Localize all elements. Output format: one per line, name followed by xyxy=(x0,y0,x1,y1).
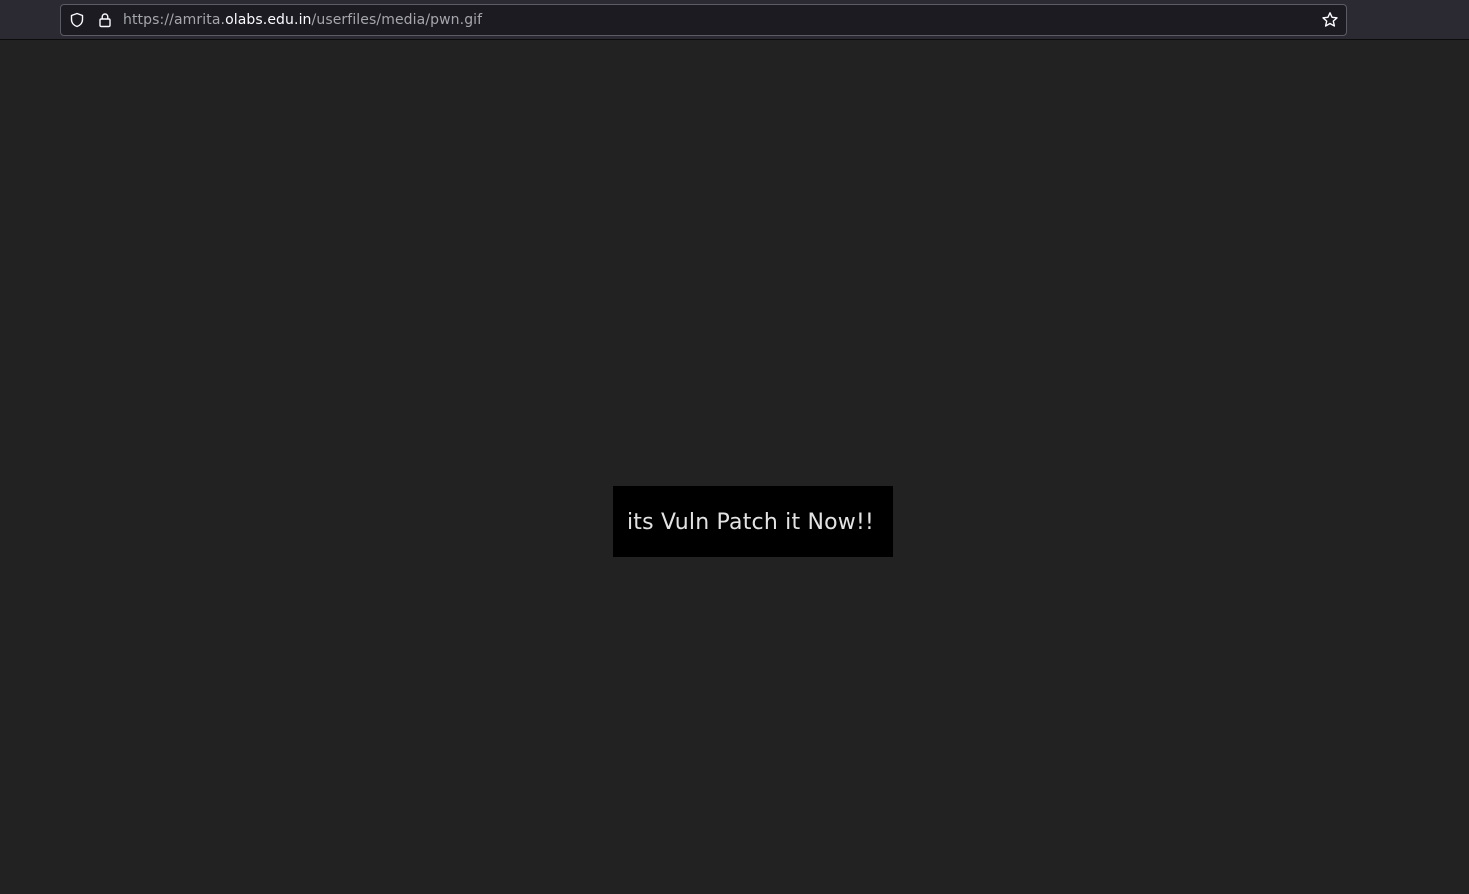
url-prefix: https://amrita. xyxy=(123,12,226,28)
gif-image: its Vuln Patch it Now!! xyxy=(613,486,893,557)
address-bar[interactable]: https://amrita.olabs.edu.in/userfiles/me… xyxy=(60,4,1347,36)
url-path: /userfiles/media/pwn.gif xyxy=(311,12,483,28)
page-viewport xyxy=(0,41,1469,894)
bookmark-star-icon[interactable] xyxy=(1320,10,1340,30)
url-host: olabs.edu.in xyxy=(225,12,312,28)
lock-icon[interactable] xyxy=(95,10,115,30)
gif-caption: its Vuln Patch it Now!! xyxy=(627,510,875,535)
browser-toolbar: https://amrita.olabs.edu.in/userfiles/me… xyxy=(0,0,1469,40)
tracking-protection-shield-icon[interactable] xyxy=(67,10,87,30)
url-text[interactable]: https://amrita.olabs.edu.in/userfiles/me… xyxy=(123,12,482,28)
